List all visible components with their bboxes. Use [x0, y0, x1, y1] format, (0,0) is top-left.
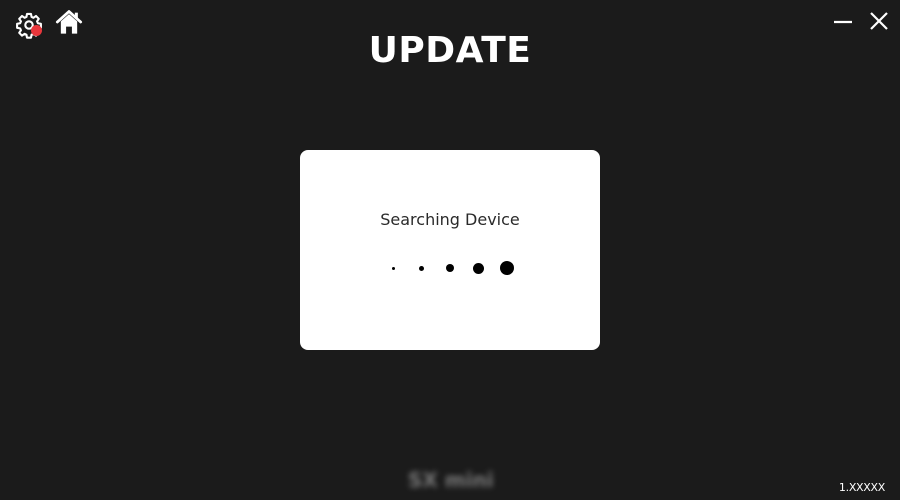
version-label: 1.XXXXX — [838, 481, 885, 494]
loader-dot — [473, 263, 484, 274]
loader-dot — [419, 266, 424, 271]
loader-dot — [392, 267, 395, 270]
page-title: UPDATE — [368, 30, 532, 71]
loader-dot — [446, 264, 454, 272]
loading-dots-icon — [300, 258, 600, 278]
loader-dot — [500, 261, 514, 275]
brand-logo: SX mini — [408, 468, 494, 492]
searching-dialog: Searching Device — [300, 150, 600, 350]
close-icon — [870, 12, 888, 30]
brand-logo-text: SX mini — [408, 468, 494, 492]
dialog-message: Searching Device — [380, 210, 520, 229]
